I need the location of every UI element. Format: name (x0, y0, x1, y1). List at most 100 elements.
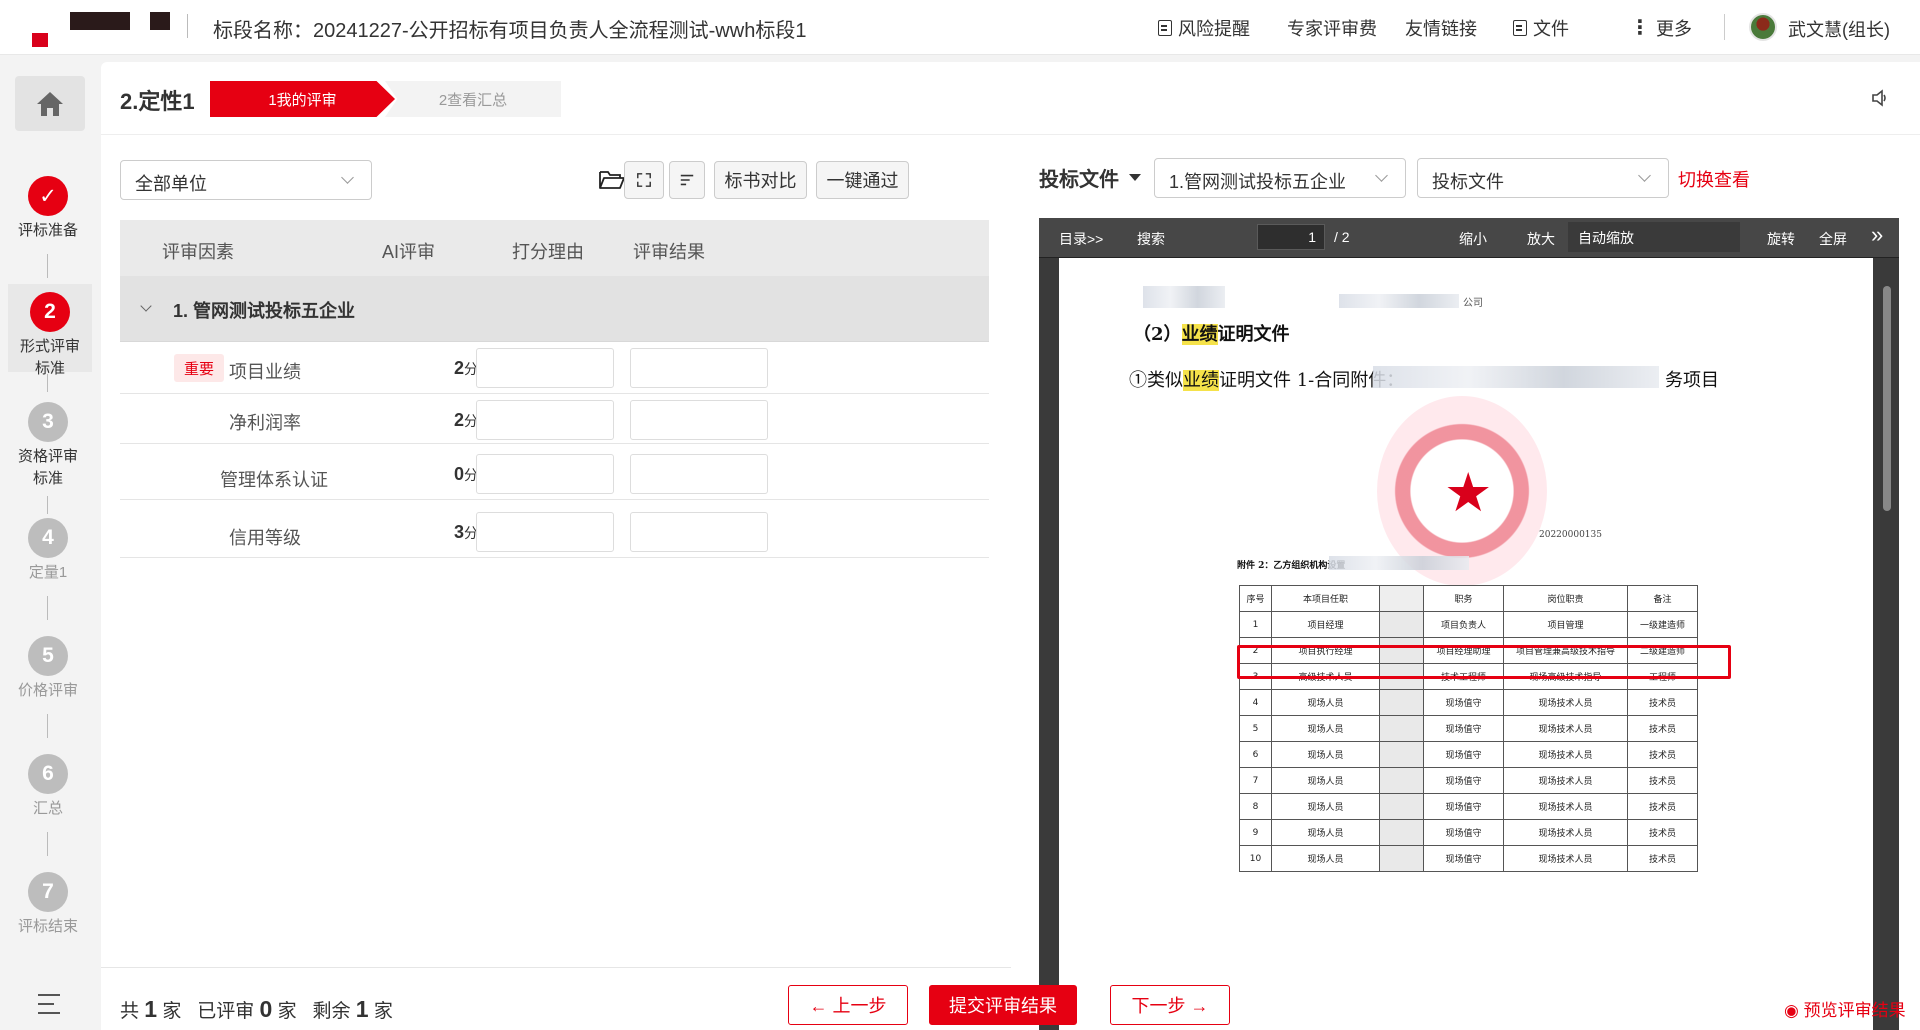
step-6[interactable]: 6 汇总 (0, 754, 96, 820)
table-row: 5 现场人员 现场值守 现场技术人员 技术员 (1239, 715, 1698, 742)
column-header: AI评审 (382, 242, 436, 262)
next-step-button[interactable]: 下一步 → (1110, 985, 1230, 1025)
caret-down-icon (1129, 174, 1141, 181)
main-panel: 2.定性1 1我的评审 2查看汇总 全部单位 标书对比 一键通过 评审因素 AI… (101, 62, 1920, 1030)
highlight-frame (1237, 645, 1731, 679)
redacted-block (1329, 556, 1469, 570)
step-sidebar: ✓ 评标准备 2 形式评审标准 3 资格评审标准 4 定量1 5 价格评审 6 … (0, 56, 96, 1030)
pdf-toolbar: 目录>> 搜索 1 / 2 缩小 放大 自动缩放 旋转 全屏 » (1039, 218, 1899, 258)
logo-mark (70, 12, 130, 30)
avatar[interactable] (1749, 13, 1777, 41)
chevron-down-icon[interactable] (140, 300, 152, 312)
nav-risk-reminder[interactable]: 风险提醒 (1158, 15, 1250, 41)
compare-bids-button[interactable]: 标书对比 (714, 161, 807, 199)
company-select[interactable]: 1.管网测试投标五企业 (1154, 158, 1406, 198)
result-input[interactable] (630, 400, 768, 440)
expand-button[interactable] (624, 161, 664, 199)
nav-links[interactable]: 友情链接 (1405, 15, 1477, 41)
result-input[interactable] (630, 454, 768, 494)
nav-files[interactable]: 文件 (1513, 15, 1569, 41)
chevron-down-icon (341, 171, 354, 184)
tab-my-review[interactable]: 1我的评审 (210, 81, 395, 117)
step-connector (47, 714, 48, 738)
more-tools-icon[interactable]: » (1871, 222, 1883, 248)
nav-more[interactable]: ⋮ 更多 (1630, 15, 1692, 41)
sort-button[interactable] (669, 161, 705, 199)
home-icon (37, 91, 63, 116)
reason-input[interactable] (476, 512, 614, 552)
divider (187, 14, 188, 38)
reason-input[interactable] (476, 454, 614, 494)
table-row: 重要 项目业绩 2分 查看 (120, 342, 989, 394)
column-header: 评审结果 (633, 242, 705, 262)
search-button[interactable]: 搜索 (1137, 229, 1165, 249)
page-title: 2.定性1 (120, 89, 195, 114)
step-connector (47, 596, 48, 620)
chevron-down-icon (1638, 169, 1651, 182)
staff-table: 序号 本项目任职 职务 岗位职责 备注 1 项目经理 项目负责人 项目管理 一级建造师 … (1239, 585, 1698, 872)
switch-view-link[interactable]: 切换查看 (1678, 166, 1750, 192)
reason-input[interactable] (476, 400, 614, 440)
speaker-icon[interactable] (1870, 88, 1890, 108)
table-row: 9 现场人员 现场值守 现场技术人员 技术员 (1239, 819, 1698, 846)
top-bar: 标段名称：20241227-公开招标有项目负责人全流程测试-wwh标段1 风险提… (0, 0, 1920, 55)
redacted-block (1143, 286, 1225, 308)
divider (1724, 14, 1725, 40)
page-input[interactable]: 1 (1257, 224, 1325, 250)
collapse-menu-icon[interactable] (38, 994, 64, 1016)
pdf-page: 公司 （2）业绩证明文件 ①类似业绩证明文件 1-合同附件： 务项目 ★ 202… (1059, 258, 1873, 1030)
result-input[interactable] (630, 512, 768, 552)
scroll-thumb[interactable] (1883, 286, 1891, 511)
fullscreen-button[interactable]: 全屏 (1819, 229, 1847, 249)
pdf-scrollbar[interactable] (1875, 258, 1899, 1030)
step-connector (47, 254, 48, 278)
prev-step-button[interactable]: ← 上一步 (788, 985, 908, 1025)
score: 2分 (454, 358, 479, 378)
doc-icon (1158, 20, 1172, 36)
table-row: 10 现场人员 现场值守 现场技术人员 技术员 (1239, 845, 1698, 872)
result-input[interactable] (630, 348, 768, 388)
reason-input[interactable] (476, 348, 614, 388)
step-4[interactable]: 4 定量1 (0, 518, 96, 584)
step-5[interactable]: 5 价格评审 (0, 636, 96, 702)
important-badge: 重要 (174, 354, 224, 382)
group-row[interactable]: 1. 管网测试投标五企业 (120, 276, 989, 342)
table-row: 4 现场人员 现场值守 现场技术人员 技术员 (1239, 689, 1698, 716)
table-row: 序号 本项目任职 职务 岗位职责 备注 (1239, 585, 1698, 612)
viewer-type-dropdown[interactable]: 投标文件 (1039, 163, 1141, 192)
folder-icon[interactable] (598, 168, 626, 190)
table-row: 7 现场人员 现场值守 现场技术人员 技术员 (1239, 767, 1698, 794)
page-total: / 2 (1334, 229, 1350, 245)
divider (101, 967, 1011, 968)
logo-icon (32, 33, 48, 47)
review-stats: 共 1 家 已评审 0 家 剩余 1 家 (120, 996, 393, 1022)
chevron-down-icon (1375, 169, 1388, 182)
nav-expert-fee[interactable]: 专家评审费 (1287, 15, 1377, 41)
unit-select[interactable]: 全部单位 (120, 160, 372, 200)
step-3[interactable]: 3 资格评审标准 (0, 402, 96, 490)
preview-results-link[interactable]: ◉ 预览评审结果 (1784, 996, 1906, 1021)
table-row: 8 现场人员 现场值守 现场技术人员 技术员 (1239, 793, 1698, 820)
step-7[interactable]: 7 评标结束 (0, 872, 96, 938)
step-2[interactable]: 2 形式评审标准 (8, 284, 92, 377)
user-name[interactable]: 武文慧(组长) (1788, 16, 1890, 42)
home-button[interactable] (15, 76, 85, 131)
zoom-in-button[interactable]: 放大 (1527, 229, 1555, 249)
logo-mark-small (150, 12, 170, 30)
step-connector (47, 496, 48, 514)
step-connector (47, 832, 48, 856)
section-title: 标段名称：20241227-公开招标有项目负责人全流程测试-wwh标段1 (213, 20, 807, 42)
column-header: 评审因素 (162, 242, 234, 262)
rotate-button[interactable]: 旋转 (1767, 229, 1795, 249)
toc-button[interactable]: 目录>> (1059, 229, 1103, 249)
pass-all-button[interactable]: 一键通过 (816, 161, 909, 199)
submit-review-button[interactable]: 提交评审结果 (929, 985, 1077, 1025)
tab-view-summary[interactable]: 2查看汇总 (385, 81, 561, 117)
doc-icon (1513, 20, 1527, 36)
step-1[interactable]: ✓ 评标准备 (0, 176, 96, 242)
zoom-out-button[interactable]: 缩小 (1459, 229, 1487, 249)
table-row: 管理体系认证 0分 查看 (120, 444, 989, 500)
document-select[interactable]: 投标文件 (1417, 158, 1669, 198)
eye-icon: ◉ (1784, 1001, 1799, 1020)
zoom-select[interactable]: 自动缩放 (1568, 222, 1740, 252)
